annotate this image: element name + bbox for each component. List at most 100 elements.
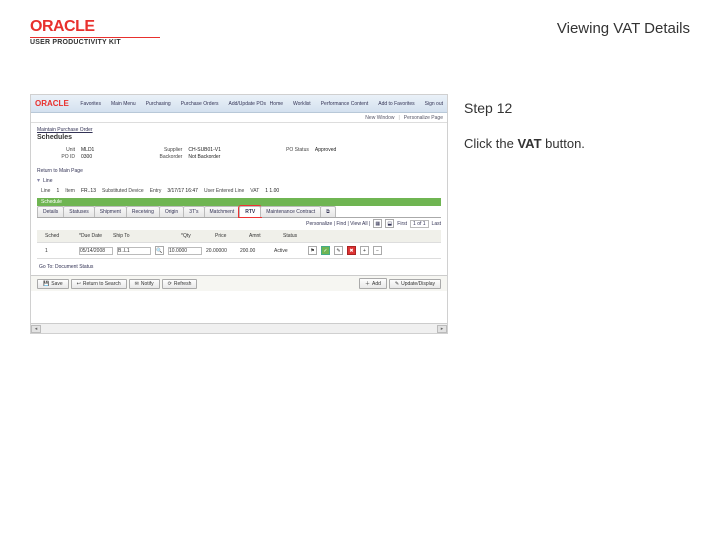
col-price: Price bbox=[215, 233, 245, 239]
tab-3ts[interactable]: 3T's bbox=[183, 206, 204, 217]
app-brand: ORACLE bbox=[35, 99, 69, 108]
step-heading: Step 12 bbox=[464, 100, 686, 116]
col-duedate: *Due Date bbox=[79, 233, 109, 239]
cell-shipto[interactable]: B..L1 bbox=[117, 247, 151, 255]
top-menu: Favorites Main Menu Purchasing Purchase … bbox=[80, 101, 266, 107]
col-amnt: Amnt bbox=[249, 233, 279, 239]
menu-item[interactable]: Purchasing bbox=[146, 101, 171, 107]
nav-fav[interactable]: Add to Favorites bbox=[378, 101, 414, 107]
unit-value: MLD1 bbox=[81, 147, 94, 153]
tabs: Details Statuses Shipment Receiving Orig… bbox=[37, 206, 441, 218]
user-label: User Entered Line bbox=[204, 188, 244, 194]
first-link[interactable]: First bbox=[397, 221, 407, 227]
app-topbar: ORACLE Favorites Main Menu Purchasing Pu… bbox=[31, 95, 447, 113]
lookup-icon[interactable]: 🔍 bbox=[155, 246, 164, 255]
grid-row: 1 05/14/2008 B..L1 🔍 10.0000 20.00000 20… bbox=[37, 243, 441, 259]
supplier-label: Supplier bbox=[154, 147, 182, 153]
scroll-right-icon[interactable]: ▸ bbox=[437, 325, 447, 333]
unit-label: Unit bbox=[47, 147, 75, 153]
schedule-bar[interactable]: Schedule bbox=[37, 198, 441, 206]
personalize-link[interactable]: Personalize Page bbox=[404, 115, 443, 121]
menu-item[interactable]: Purchase Orders bbox=[181, 101, 219, 107]
page-title: Viewing VAT Details bbox=[557, 20, 690, 37]
menu-item[interactable]: Add/Update POs bbox=[229, 101, 267, 107]
cell-qty[interactable]: 10.0000 bbox=[168, 247, 202, 255]
add-button[interactable]: ＋Add bbox=[359, 278, 387, 289]
last-link[interactable]: Last bbox=[432, 221, 441, 227]
cell-amnt: 200.00 bbox=[240, 248, 270, 254]
section-title: Schedules bbox=[31, 133, 447, 143]
app-screenshot: ORACLE Favorites Main Menu Purchasing Pu… bbox=[30, 94, 448, 334]
oracle-logo: ORACLE bbox=[30, 18, 160, 36]
nav-signout[interactable]: Sign out bbox=[425, 101, 443, 107]
col-shipto: Ship To bbox=[113, 233, 143, 239]
add-icon: ＋ bbox=[365, 280, 370, 287]
tab-receiving[interactable]: Receiving bbox=[126, 206, 160, 217]
postatus-value: Approved bbox=[315, 147, 336, 153]
entry-value: 3/17/17 16:47 bbox=[167, 188, 198, 194]
tab-maint[interactable]: Maintenance Contract bbox=[260, 206, 321, 217]
backorder-label: Backorder bbox=[154, 154, 182, 160]
remove-row-icon[interactable]: − bbox=[373, 246, 382, 255]
goto-link[interactable]: Go To: Document Status bbox=[31, 261, 447, 273]
line-bar[interactable]: ▾ Line bbox=[37, 177, 441, 184]
vat-label: VAT bbox=[250, 188, 259, 194]
scroll-left-icon[interactable]: ◂ bbox=[31, 325, 41, 333]
cell-status: Active bbox=[274, 248, 304, 254]
return-link[interactable]: Return to Main Page bbox=[31, 164, 447, 175]
backorder-value: Not Backorder bbox=[188, 154, 220, 160]
line-no-value: 1 bbox=[56, 188, 59, 194]
cell-price: 20.00000 bbox=[206, 248, 236, 254]
col-sched: Sched bbox=[45, 233, 75, 239]
col-status: Status bbox=[283, 233, 313, 239]
check-icon[interactable]: ✓ bbox=[321, 246, 330, 255]
item-value: FR..13 bbox=[81, 188, 96, 194]
personalize-links[interactable]: Personalize | Find | View All | bbox=[306, 221, 370, 227]
menu-item[interactable]: Main Menu bbox=[111, 101, 136, 107]
notify-button[interactable]: ✉Notify bbox=[129, 279, 160, 289]
tab-origin[interactable]: Origin bbox=[159, 206, 184, 217]
notify-icon: ✉ bbox=[135, 281, 139, 287]
nav-worklist[interactable]: Worklist bbox=[293, 101, 311, 107]
tab-details[interactable]: Details bbox=[37, 206, 64, 217]
expand-arrow-icon: ▾ bbox=[37, 177, 40, 184]
line-bar-label: Line bbox=[43, 178, 52, 184]
save-button[interactable]: 💾Save bbox=[37, 279, 69, 289]
instruction: Click the VAT button. bbox=[464, 136, 686, 151]
breadcrumb[interactable]: Maintain Purchase Order bbox=[31, 123, 447, 133]
schedule-bar-label: Schedule bbox=[41, 199, 62, 205]
top-nav-right: Home Worklist Performance Content Add to… bbox=[270, 101, 443, 107]
cell-duedate[interactable]: 05/14/2008 bbox=[79, 247, 113, 255]
flag-icon[interactable]: ⚑ bbox=[308, 246, 317, 255]
update-button[interactable]: ✎Update/Display bbox=[389, 279, 441, 289]
edit-icon[interactable]: ✎ bbox=[334, 246, 343, 255]
tab-matchment[interactable]: Matchment bbox=[204, 206, 241, 217]
poid-value: 0300 bbox=[81, 154, 92, 160]
update-icon: ✎ bbox=[395, 281, 399, 287]
supplier-value: CH-SUB01-V1 bbox=[188, 147, 221, 153]
grid-header: Sched *Due Date Ship To *Qty Price Amnt … bbox=[37, 230, 441, 243]
tab-rtv[interactable]: RTV bbox=[239, 206, 261, 217]
footer-bar: 💾Save ↩Return to Search ✉Notify ⟳Refresh… bbox=[31, 275, 447, 291]
return-button[interactable]: ↩Return to Search bbox=[71, 279, 127, 289]
scrollbar[interactable]: ◂ ▸ bbox=[31, 323, 447, 333]
nav-perf[interactable]: Performance Content bbox=[321, 101, 369, 107]
item-label: Item bbox=[65, 188, 75, 194]
delete-icon[interactable]: ✖ bbox=[347, 246, 356, 255]
download-icon[interactable]: ⬓ bbox=[385, 219, 394, 228]
col-qty: *Qty bbox=[181, 233, 211, 239]
subbar: New Window | Personalize Page bbox=[31, 113, 447, 123]
tab-expand-icon[interactable]: ⧉ bbox=[320, 206, 336, 217]
tab-shipment[interactable]: Shipment bbox=[94, 206, 127, 217]
postatus-label: PO Status bbox=[281, 147, 309, 153]
refresh-icon: ⟳ bbox=[168, 281, 172, 287]
refresh-button[interactable]: ⟳Refresh bbox=[162, 279, 198, 289]
nav-home[interactable]: Home bbox=[270, 101, 283, 107]
tab-statuses[interactable]: Statuses bbox=[63, 206, 94, 217]
pager: 1 of 1 bbox=[410, 220, 429, 228]
grid-icon[interactable]: ▦ bbox=[373, 219, 382, 228]
menu-item[interactable]: Favorites bbox=[80, 101, 101, 107]
poid-label: PO ID bbox=[47, 154, 75, 160]
add-row-icon[interactable]: + bbox=[360, 246, 369, 255]
new-window-link[interactable]: New Window bbox=[365, 115, 394, 121]
